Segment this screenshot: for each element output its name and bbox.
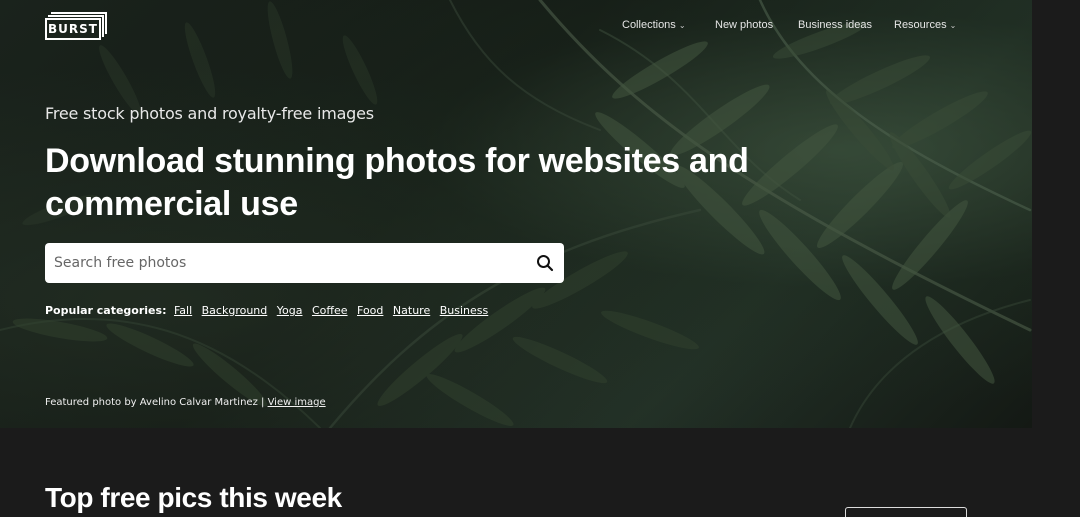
nav-resources-label: Resources xyxy=(894,19,947,31)
nav-collections-label: Collections xyxy=(622,19,676,31)
chevron-down-icon: ⌄ xyxy=(949,21,957,30)
category-link-business[interactable]: Business xyxy=(440,304,489,317)
search-icon[interactable] xyxy=(536,254,554,272)
category-link-coffee[interactable]: Coffee xyxy=(312,304,348,317)
search-bar xyxy=(45,243,564,283)
view-image-link[interactable]: View image xyxy=(268,397,326,408)
category-link-nature[interactable]: Nature xyxy=(393,304,430,317)
nav-new-photos[interactable]: New photos xyxy=(715,19,773,31)
photo-credit-text: Featured photo by Avelino Calvar Martine… xyxy=(45,397,268,408)
popular-categories-label: Popular categories: xyxy=(45,304,167,317)
section-action-button[interactable] xyxy=(845,507,967,517)
hero-subtitle: Free stock photos and royalty-free image… xyxy=(45,104,374,123)
category-link-fall[interactable]: Fall xyxy=(174,304,192,317)
section-title: Top free pics this week xyxy=(45,482,342,513)
nav-business-ideas[interactable]: Business ideas xyxy=(798,19,872,31)
hero-headline: Download stunning photos for websites an… xyxy=(45,142,749,223)
nav-business-ideas-label: Business ideas xyxy=(798,19,872,31)
chevron-down-icon: ⌄ xyxy=(678,21,686,30)
nav-resources[interactable]: Resources ⌄ xyxy=(894,19,956,31)
nav-new-photos-label: New photos xyxy=(715,19,774,31)
burst-logo[interactable]: BURST xyxy=(45,12,107,40)
page-edge xyxy=(1032,0,1080,428)
category-link-food[interactable]: Food xyxy=(357,304,383,317)
category-link-yoga[interactable]: Yoga xyxy=(277,304,303,317)
category-link-background[interactable]: Background xyxy=(202,304,268,317)
nav-collections[interactable]: Collections ⌄ xyxy=(622,19,686,31)
logo-text: BURST xyxy=(45,18,101,40)
photo-credit: Featured photo by Avelino Calvar Martine… xyxy=(45,397,326,408)
popular-categories: Popular categories: Fall Background Yoga… xyxy=(45,304,494,317)
search-input[interactable] xyxy=(45,243,525,283)
